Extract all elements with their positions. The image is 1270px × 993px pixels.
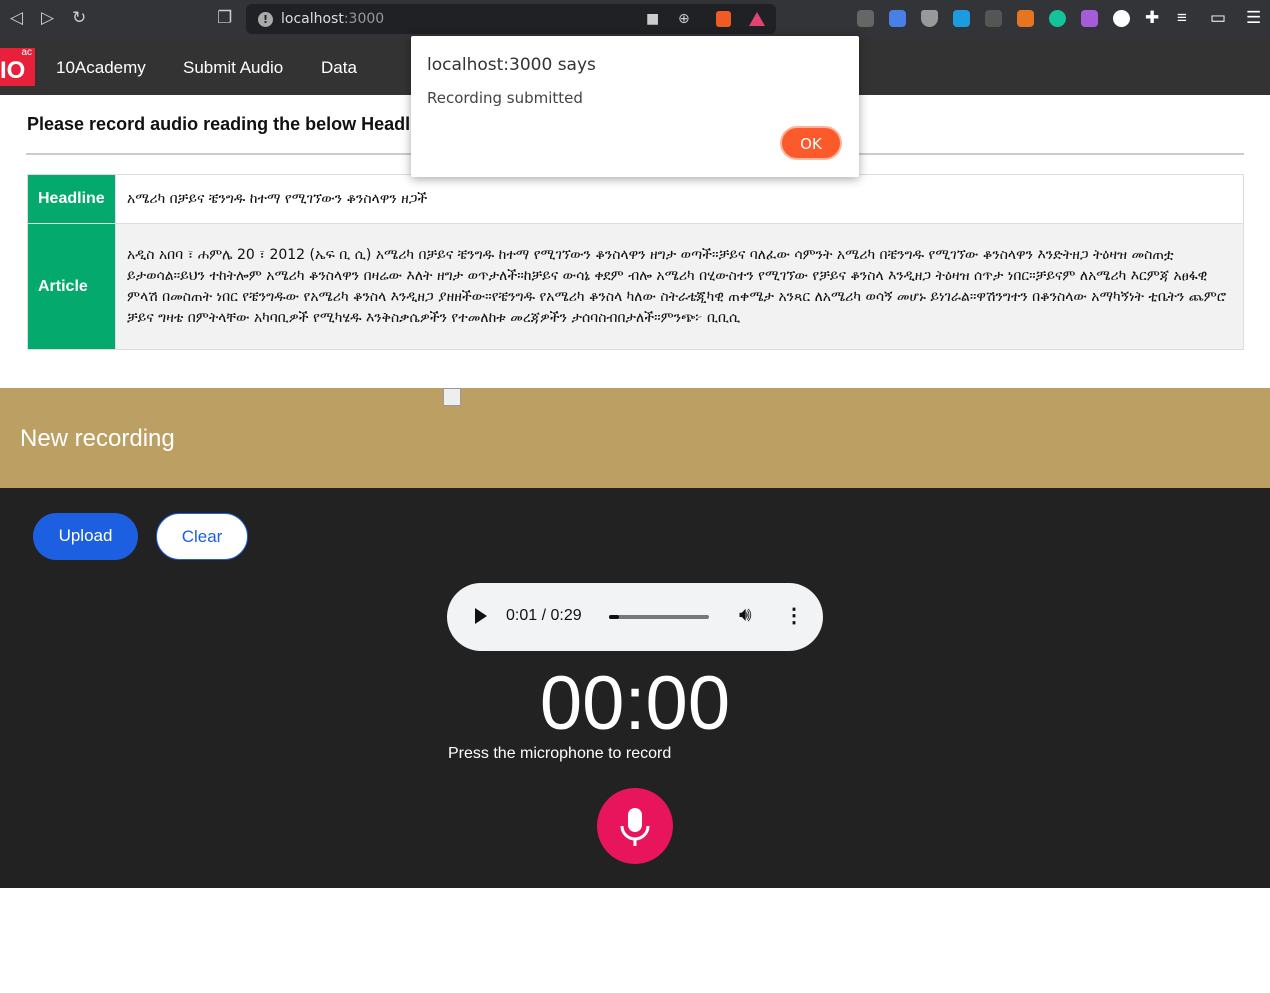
nav-10academy[interactable]: 10Academy bbox=[56, 58, 146, 78]
record-hint: Press the microphone to record bbox=[448, 745, 672, 762]
ok-button[interactable]: OK bbox=[780, 126, 842, 160]
article-label: Article bbox=[27, 223, 116, 350]
article-text: አዲስ አበባ ፣ ሐምሌ 20 ፣ 2012 (ኤፍ ቢ ሲ) አሜሪካ በቻ… bbox=[115, 223, 1244, 350]
grammarly-icon[interactable] bbox=[1049, 10, 1066, 27]
back-icon[interactable]: ◁ bbox=[10, 8, 23, 28]
metamask-icon[interactable] bbox=[1017, 10, 1034, 27]
recorder-header: New recording bbox=[0, 388, 1270, 488]
headline-text: አሜሪካ በቻይና ቼንግዱ ከተማ የሚገኘውን ቆንስላዋን ዘጋች bbox=[115, 174, 1244, 224]
nav-submit-audio[interactable]: Submit Audio bbox=[183, 58, 283, 78]
forward-icon[interactable]: ▷ bbox=[41, 8, 54, 28]
google-translate-icon[interactable] bbox=[889, 10, 906, 27]
zoom-icon[interactable]: ⊕ bbox=[678, 11, 690, 27]
logo-sup: ac bbox=[21, 48, 32, 58]
article-row: Article አዲስ አበባ ፣ ሐምሌ 20 ፣ 2012 (ኤፍ ቢ ሲ)… bbox=[27, 223, 1244, 350]
folder-icon[interactable] bbox=[953, 10, 970, 27]
dialog-message: Recording submitted bbox=[427, 89, 583, 107]
playlist-icon[interactable]: ≡ bbox=[1177, 8, 1187, 28]
record-button[interactable] bbox=[597, 788, 673, 864]
url-port: :3000 bbox=[343, 11, 385, 27]
alert-dialog: localhost:3000 says Recording submitted … bbox=[411, 36, 859, 177]
url-host: localhost bbox=[281, 11, 344, 27]
c-icon[interactable] bbox=[985, 10, 1002, 27]
headline-label: Headline bbox=[27, 174, 116, 224]
address-bar[interactable]: ! localhost:3000 ■ ⊕ bbox=[246, 4, 776, 34]
browser-toolbar: ◁ ▷ ↻ ❐ ! localhost:3000 ■ ⊕ ✚ ≡ ▭ ☰ bbox=[0, 0, 1270, 38]
brave-rewards-icon[interactable] bbox=[749, 12, 765, 26]
nav-data[interactable]: Data bbox=[321, 58, 357, 78]
reload-icon[interactable]: ↻ bbox=[72, 8, 86, 28]
tuner-icon[interactable] bbox=[857, 10, 874, 27]
recorder-panel: Upload Clear 0:01 / 0:29 🔊︎ ⋮ 00:00 Pres… bbox=[0, 488, 1270, 888]
upload-button[interactable]: Upload bbox=[33, 513, 138, 560]
recorder-title: New recording bbox=[20, 425, 175, 452]
volume-icon[interactable]: 🔊︎ bbox=[739, 604, 752, 627]
play-icon[interactable] bbox=[475, 608, 487, 624]
broken-image-icon bbox=[443, 388, 461, 406]
arc-icon[interactable] bbox=[1113, 10, 1130, 27]
page-title: Please record audio reading the below He… bbox=[27, 114, 437, 134]
fox-icon[interactable] bbox=[1081, 10, 1098, 27]
menu-icon[interactable]: ☰ bbox=[1246, 8, 1261, 28]
audio-player: 0:01 / 0:29 🔊︎ ⋮ bbox=[447, 583, 823, 651]
seek-slider[interactable] bbox=[609, 615, 709, 619]
logo-text: IO bbox=[0, 57, 26, 84]
seek-fill bbox=[609, 615, 619, 619]
logo[interactable]: IO ac bbox=[0, 48, 35, 86]
camera-icon[interactable]: ■ bbox=[646, 11, 659, 27]
brave-shield-icon[interactable] bbox=[716, 11, 731, 27]
player-time: 0:01 / 0:29 bbox=[506, 607, 582, 624]
news-table: Headline አሜሪካ በቻይና ቼንግዱ ከተማ የሚገኘውን ቆንስላዋ… bbox=[27, 174, 1244, 350]
record-timer: 00:00 bbox=[539, 661, 731, 746]
clear-button[interactable]: Clear bbox=[156, 513, 248, 560]
microphone-icon bbox=[620, 808, 650, 846]
bookmark-icon[interactable]: ❐ bbox=[217, 8, 232, 28]
headline-row: Headline አሜሪካ በቻይና ቼንግዱ ከተማ የሚገኘውን ቆንስላዋ… bbox=[27, 174, 1244, 224]
puzzle-icon[interactable]: ✚ bbox=[1145, 8, 1159, 28]
info-icon[interactable]: ! bbox=[258, 11, 273, 27]
dialog-title: localhost:3000 says bbox=[427, 55, 596, 75]
wallet-icon[interactable]: ▭ bbox=[1210, 8, 1226, 28]
more-options-icon[interactable]: ⋮ bbox=[784, 603, 804, 628]
shield-icon[interactable] bbox=[921, 10, 938, 27]
